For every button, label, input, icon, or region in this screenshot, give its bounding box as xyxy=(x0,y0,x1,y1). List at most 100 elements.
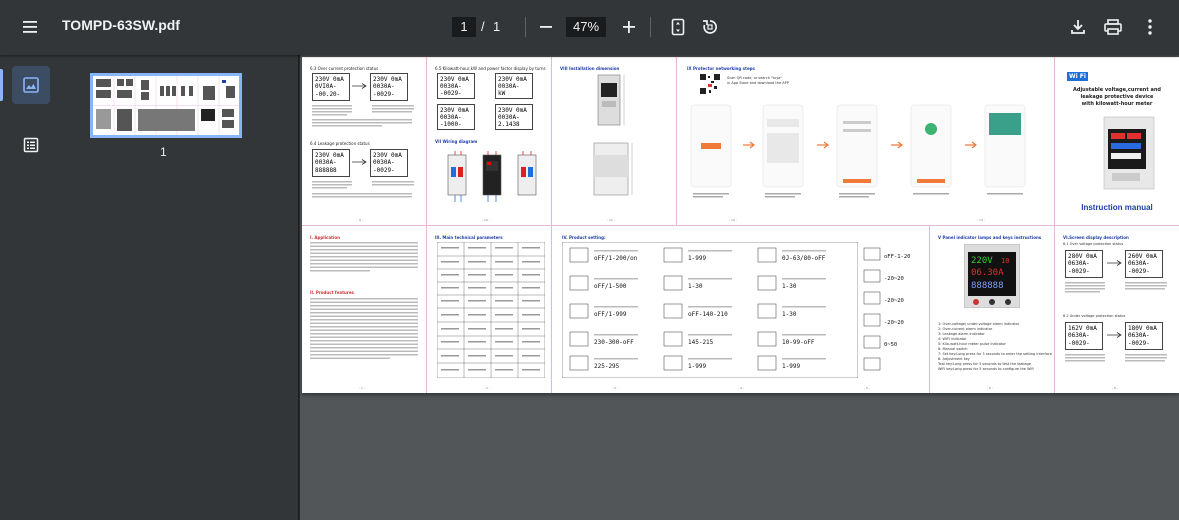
lcd-screen: 230V 0mA 0VI0A- -00.20- xyxy=(312,73,350,101)
lcd-screen: 230V 0mA 0030A- -0029- xyxy=(370,73,408,101)
cover-heading: Adjustable voltage,current and xyxy=(1073,87,1161,93)
panel-6: VI.Screen display description 6.1 Over v… xyxy=(1055,226,1179,393)
svg-text:-0029-: -0029- xyxy=(373,167,395,174)
app-screenshots xyxy=(690,104,1026,198)
download-button[interactable] xyxy=(1062,11,1094,43)
page-separator: / xyxy=(481,19,485,34)
fit-page-button[interactable] xyxy=(662,11,694,43)
svg-text:0030A-: 0030A- xyxy=(440,83,462,90)
print-icon xyxy=(1104,19,1122,35)
svg-text:145-215: 145-215 xyxy=(688,339,714,346)
svg-text:230V 0mA: 230V 0mA xyxy=(373,152,402,159)
menu-icon[interactable] xyxy=(14,11,46,43)
page-footer: - 5 - xyxy=(864,386,870,390)
panel-heading: 6.3 Over current protection status xyxy=(310,66,379,71)
page-total: 1 xyxy=(493,19,501,34)
svg-text:-20~20: -20~20 xyxy=(884,276,904,282)
lcd-screen: 162V 0mA 0630A- -0029- xyxy=(1065,322,1103,350)
page-footer: - 8 - xyxy=(1112,386,1118,390)
svg-text:-1000-: -1000- xyxy=(440,121,462,128)
instruction-text: in App Store and download the APP xyxy=(727,81,789,85)
panel-heading: 6.4 Leakage protection status xyxy=(310,141,370,146)
svg-text:0630A-: 0630A- xyxy=(1068,332,1090,339)
lcd-screen: 230V 0mA 0030A- 888888 xyxy=(312,149,350,177)
page-footer: - 3 - xyxy=(612,386,618,390)
svg-text:kW: kW xyxy=(498,90,506,97)
page-thumbnail[interactable] xyxy=(90,73,242,138)
panel-heading: V Panel indicator lamps and keys instruc… xyxy=(938,235,1042,240)
svg-text:oFF/1-999: oFF/1-999 xyxy=(594,311,627,318)
lcd-screen: 230V 0mA 0030A- -0029- xyxy=(437,73,475,99)
download-icon xyxy=(1071,20,1085,34)
section-heading: 6.1 Over voltage protection status xyxy=(1063,242,1124,246)
zoom-in-button[interactable] xyxy=(613,11,645,43)
active-indicator xyxy=(0,69,3,101)
panel-6-5: 6.5 Kilowatt-hour,kW and power factor di… xyxy=(427,57,552,225)
toolbar-divider xyxy=(525,17,526,37)
lcd-screen: 280V 0mA 0630A- -0029- xyxy=(1065,250,1103,278)
sidebar-rail xyxy=(0,55,62,520)
page-number-input[interactable]: 1 xyxy=(452,17,476,37)
svg-text:-20~20: -20~20 xyxy=(884,298,904,304)
svg-text:-00.20-: -00.20- xyxy=(315,91,340,98)
thumbnail-page-number: 1 xyxy=(160,145,167,159)
svg-text:280V 0mA: 280V 0mA xyxy=(1068,253,1097,260)
svg-text:-0029-: -0029- xyxy=(1068,340,1090,347)
svg-text:230-300-oFF: 230-300-oFF xyxy=(594,339,634,346)
svg-text:0030A-: 0030A- xyxy=(373,83,395,90)
print-button[interactable] xyxy=(1097,11,1129,43)
cover-title: Instruction manual xyxy=(1081,203,1153,212)
svg-text:230V 0mA: 230V 0mA xyxy=(498,76,527,83)
svg-text:230V 0mA: 230V 0mA xyxy=(440,107,469,114)
cover-panel: Wi Fi Adjustable voltage,current and lea… xyxy=(1055,57,1179,225)
svg-text:1-999: 1-999 xyxy=(688,255,706,262)
svg-text:0630A-: 0630A- xyxy=(1068,260,1090,267)
lcd-screen: 230V 0mA 0030A- 2.1438 xyxy=(495,104,533,130)
settings-diagram-right: oFF-1-20 -20~20 -20~20 -20~20 0~50 xyxy=(863,247,911,371)
pdf-viewer[interactable]: 6.3 Over current protection status 230V … xyxy=(300,55,1179,520)
outline-tab[interactable] xyxy=(12,126,50,164)
svg-text:06.30A: 06.30A xyxy=(971,268,1004,278)
svg-text:888888: 888888 xyxy=(315,167,337,174)
more-vert-icon xyxy=(1148,19,1152,35)
svg-text:0030A-: 0030A- xyxy=(498,83,520,90)
svg-text:0030A-: 0030A- xyxy=(440,114,462,121)
svg-text:oFF/1-200/on: oFF/1-200/on xyxy=(594,255,638,262)
instruction-text: Scan QR code, or search "tuya" xyxy=(727,76,783,80)
svg-text:-20~20: -20~20 xyxy=(884,320,904,326)
zoom-input[interactable]: 47% xyxy=(566,17,606,37)
svg-text:230V 0mA: 230V 0mA xyxy=(373,76,402,83)
svg-text:2.1438: 2.1438 xyxy=(498,121,520,128)
panel-heading: II. Product features xyxy=(310,290,354,295)
svg-text:1-999: 1-999 xyxy=(782,363,800,370)
plus-icon xyxy=(623,21,635,33)
svg-text:0630A-: 0630A- xyxy=(1128,332,1150,339)
panel-heading: VII Wiring diagram xyxy=(435,139,478,144)
svg-text:1-30: 1-30 xyxy=(782,283,797,290)
cover-heading: with kilowatt-hour meter xyxy=(1081,101,1153,107)
rotate-button[interactable] xyxy=(694,11,726,43)
page-footer: - 4 - xyxy=(738,386,744,390)
panel-heading: VIII Installation dimension xyxy=(560,66,620,71)
svg-text:0VI0A-: 0VI0A- xyxy=(315,83,337,90)
lcd-screen: 230V 0mA 0030A- -1000- xyxy=(437,104,475,130)
svg-text:10-99-oFF: 10-99-oFF xyxy=(782,339,815,346)
thumbnails-tab[interactable] xyxy=(12,66,50,104)
svg-text:230V 0mA: 230V 0mA xyxy=(315,152,344,159)
svg-text:230V 0mA: 230V 0mA xyxy=(440,76,469,83)
svg-text:230V 0mA: 230V 0mA xyxy=(315,76,344,83)
settings-diagram: oFF/1-200/on oFF/1-500 oFF/1-999 230-300-oF… xyxy=(562,242,858,378)
toolbar-divider xyxy=(650,17,651,37)
fit-to-page-icon xyxy=(671,18,685,36)
panel-4: IV. Product setting: oFF/1-200/on oFF/1-5… xyxy=(552,226,930,393)
wiring-diagram xyxy=(447,151,537,202)
indicator-list: 1: Over-voltage/ under-voltage alarm ind… xyxy=(938,322,1052,371)
more-options-button[interactable] xyxy=(1134,11,1166,43)
product-image xyxy=(1103,116,1155,190)
svg-text:0J-63/80-oFF: 0J-63/80-oFF xyxy=(782,255,826,262)
svg-text:0630A-: 0630A- xyxy=(1128,260,1150,267)
qr-code-icon xyxy=(699,73,721,95)
panel-8: VIII Installation dimension - 11 - xyxy=(552,57,677,225)
svg-text:-0029-: -0029- xyxy=(1068,268,1090,275)
zoom-out-button[interactable] xyxy=(530,11,562,43)
